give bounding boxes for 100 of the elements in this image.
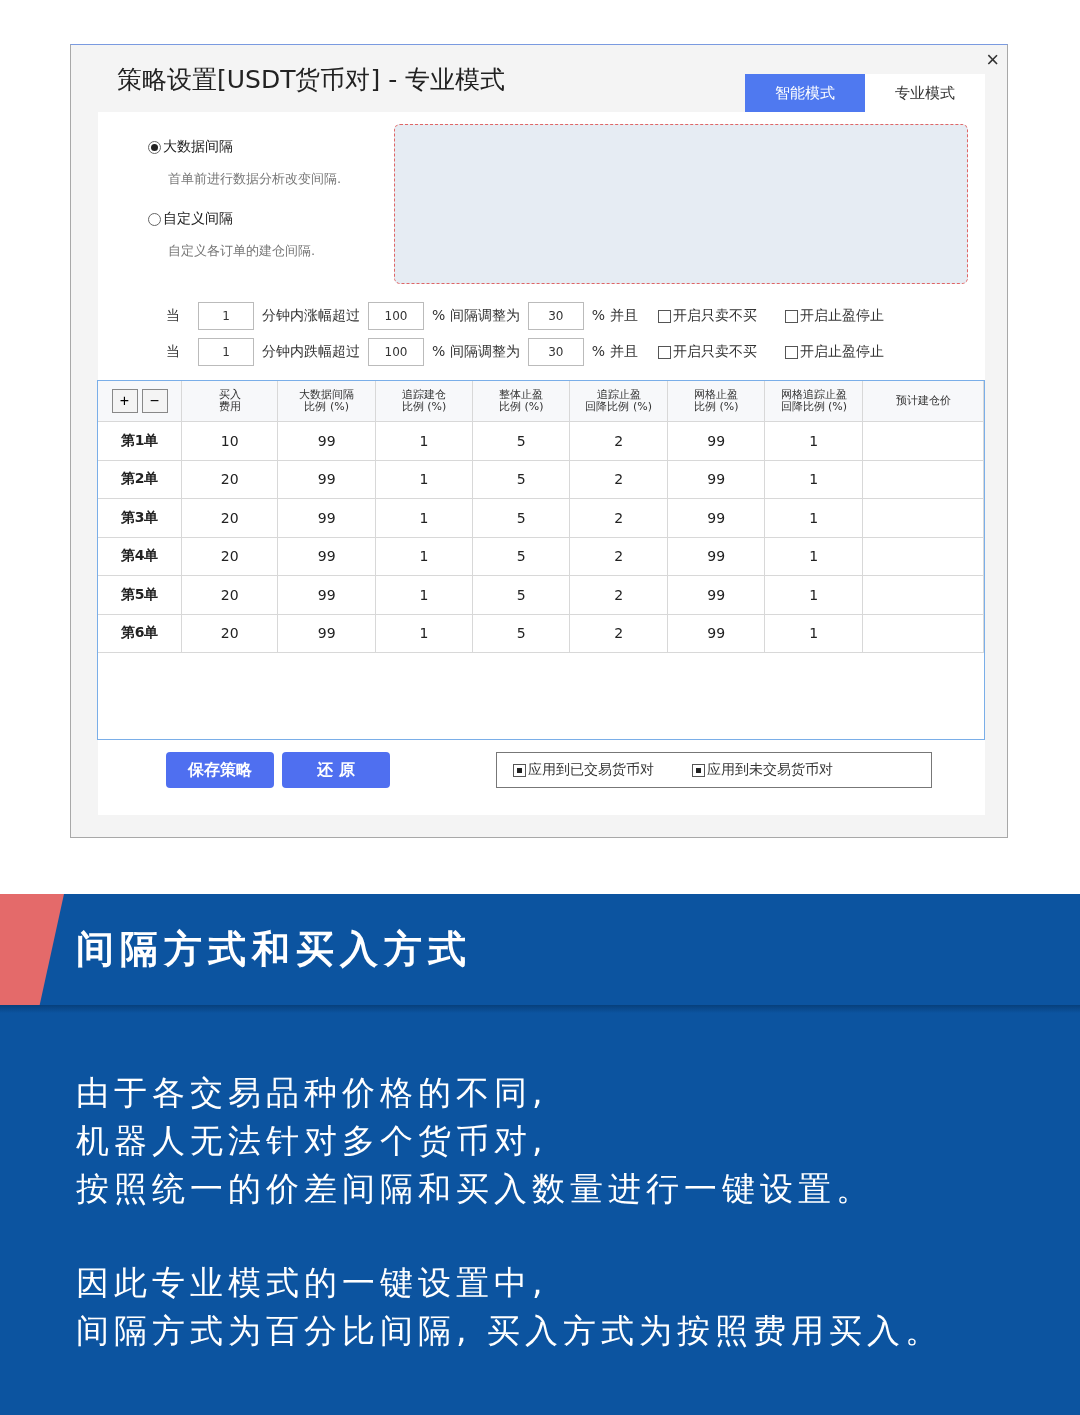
checkbox[interactable] — [513, 763, 526, 777]
input-field[interactable]: 30 — [527, 302, 584, 330]
table-cell: 2 — [569, 537, 668, 576]
table-cell: 99 — [277, 421, 376, 460]
table-cell: 99 — [667, 537, 765, 576]
row-header: 第6单 — [98, 614, 182, 653]
condition-label: % 间隔调整为 — [432, 307, 520, 325]
table-cell: 99 — [277, 614, 376, 653]
checkbox-label: 应用到未交易货币对 — [707, 761, 833, 779]
table-cell: 99 — [667, 498, 765, 537]
checkbox-label: 开启只卖不买 — [672, 307, 757, 325]
condition-label: % 并且 — [591, 307, 638, 325]
input-field[interactable]: 100 — [368, 338, 424, 366]
row-header: 第3单 — [98, 498, 182, 537]
table-cell: 99 — [667, 575, 765, 614]
checkbox-label: 开启只卖不买 — [672, 343, 757, 361]
condition-label: 分钟内跌幅超过 — [262, 343, 360, 361]
condition-label: 当 — [166, 343, 180, 361]
column-header: 比例 (%) — [304, 401, 349, 413]
window-title: 策略设置[USDT货币对] - 专业模式 — [117, 64, 507, 96]
table-cell: 99 — [667, 421, 765, 460]
table-cell: 1 — [764, 537, 863, 576]
table-cell: 99 — [667, 614, 765, 653]
column-header: 网格止盈 — [694, 389, 739, 401]
add-button[interactable]: + — [111, 389, 138, 413]
column-header: 大数据间隔 — [299, 389, 355, 401]
table-cell: 1 — [375, 498, 473, 537]
close-button[interactable]: × — [982, 49, 1003, 71]
checkbox[interactable] — [657, 309, 671, 323]
option-label: 大数据间隔 — [163, 138, 233, 156]
text-line: 按照统一的价差间隔和买入数量进行一键设置。 — [76, 1168, 875, 1210]
table-cell: 2 — [569, 421, 668, 460]
input-field[interactable]: 30 — [527, 338, 584, 366]
checkbox[interactable] — [784, 309, 798, 323]
table-cell: 1 — [375, 537, 473, 576]
action-button[interactable]: 还 原 — [282, 752, 390, 788]
text-line: 机器人无法针对多个货币对, — [76, 1120, 549, 1162]
table-cell: 10 — [181, 421, 278, 460]
text-line: 由于各交易品种价格的不同, — [76, 1072, 549, 1114]
table-cell: 99 — [277, 537, 376, 576]
row-header: 第4单 — [98, 537, 182, 576]
option-description: 首单前进行数据分析改变间隔. — [168, 170, 343, 188]
table-cell: 5 — [472, 614, 570, 653]
table-cell: 5 — [472, 498, 570, 537]
remove-button[interactable]: − — [141, 389, 168, 413]
input-field[interactable]: 100 — [368, 302, 424, 330]
table-cell: 1 — [375, 460, 473, 499]
column-header: 比例 (%) — [694, 401, 739, 413]
table-cell: 5 — [472, 460, 570, 499]
column-header: 整体止盈 — [499, 389, 544, 401]
column-header: 回降比例 (%) — [780, 401, 848, 413]
text-line: 因此专业模式的一键设置中, — [76, 1262, 549, 1304]
table-cell: 20 — [181, 460, 278, 499]
row-header: 第2单 — [98, 460, 182, 499]
input-field[interactable]: 1 — [198, 338, 254, 366]
row-header: 第1单 — [98, 421, 182, 460]
checkbox-label: 应用到已交易货币对 — [528, 761, 654, 779]
condition-label: 分钟内涨幅超过 — [262, 307, 360, 325]
column-header: 追踪建仓 — [402, 389, 446, 401]
mode-tab[interactable]: 专业模式 — [865, 74, 985, 112]
checkbox-label: 开启止盈停止 — [799, 307, 884, 325]
column-header: 追踪止盈 — [596, 389, 641, 401]
table-cell: 2 — [569, 460, 668, 499]
table-cell: 1 — [375, 614, 473, 653]
column-header: 买入 — [218, 389, 241, 401]
table-cell: 20 — [181, 614, 278, 653]
table-cell: 1 — [764, 498, 863, 537]
action-button[interactable]: 保存策略 — [166, 752, 274, 788]
option-label: 自定义间隔 — [163, 210, 233, 228]
checkbox[interactable] — [657, 345, 671, 359]
table-cell: 1 — [764, 460, 863, 499]
column-header: 比例 (%) — [498, 401, 544, 413]
table-cell: 99 — [667, 460, 765, 499]
condition-label: 当 — [166, 307, 180, 325]
table-cell: 99 — [277, 575, 376, 614]
input-field[interactable]: 1 — [198, 302, 254, 330]
column-header: 回降比例 (%) — [585, 401, 652, 413]
table-cell: 1 — [764, 575, 863, 614]
checkbox[interactable] — [692, 763, 705, 777]
table-cell: 99 — [277, 460, 376, 499]
table-cell: 2 — [569, 498, 668, 537]
condition-label: % 并且 — [591, 343, 638, 361]
table-cell: 1 — [764, 421, 863, 460]
table-cell: 5 — [472, 575, 570, 614]
table-cell: 5 — [472, 421, 570, 460]
column-header: 预计建仓价 — [895, 395, 951, 407]
mode-tab[interactable]: 智能模式 — [745, 74, 865, 112]
table-cell: 20 — [181, 575, 278, 614]
table-cell: 20 — [181, 498, 278, 537]
column-header: 费用 — [218, 401, 241, 413]
text-line: 间隔方式为百分比间隔, 买入方式为按照费用买入。 — [76, 1310, 944, 1352]
banner-heading: 间隔方式和买入方式 — [76, 926, 472, 973]
table-cell: 1 — [764, 614, 863, 653]
table-cell: 1 — [375, 421, 473, 460]
option-description: 自定义各订单的建仓间隔. — [168, 242, 317, 260]
column-header: 网格追踪止盈 — [780, 389, 847, 401]
table-cell: 2 — [569, 575, 668, 614]
checkbox[interactable] — [784, 345, 798, 359]
column-header: 比例 (%) — [401, 401, 447, 413]
row-header: 第5单 — [98, 575, 182, 614]
